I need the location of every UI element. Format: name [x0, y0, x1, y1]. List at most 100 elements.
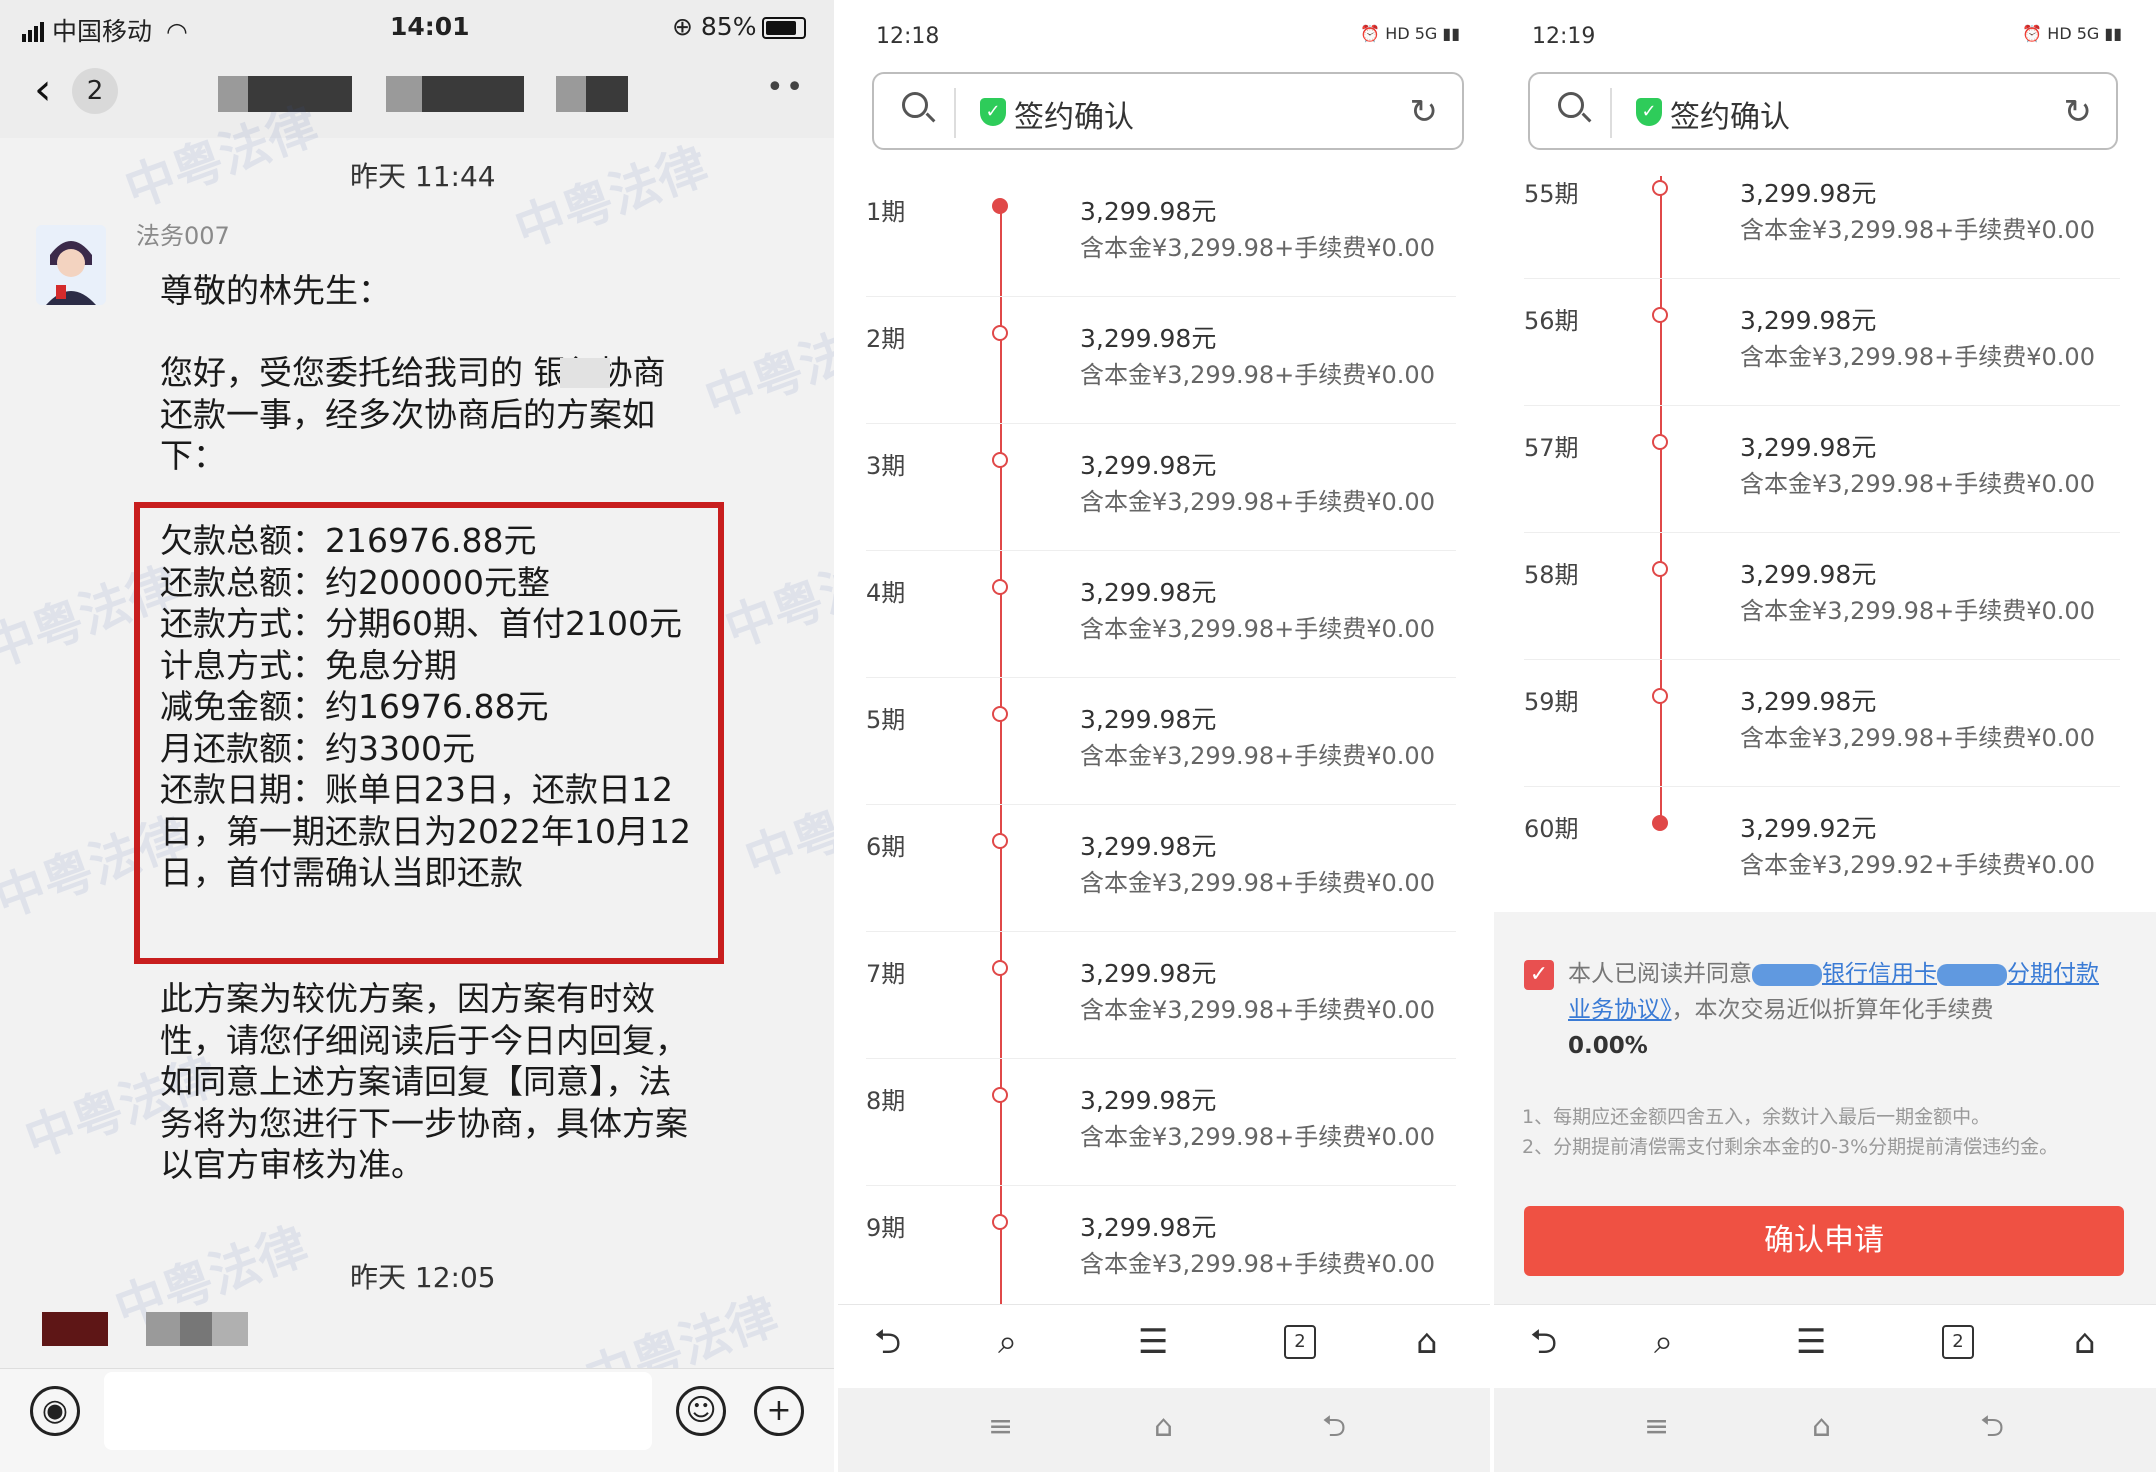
- installment-detail: 含本金¥3,299.98+手续费¥0.00: [1080, 234, 1435, 262]
- installment-row: 4期 3,299.98元 含本金¥3,299.98+手续费¥0.00: [866, 573, 1476, 699]
- menu-icon[interactable]: ☰: [1138, 1325, 1168, 1359]
- back-icon[interactable]: ⮌: [874, 1325, 901, 1359]
- recents-icon[interactable]: ≡: [1644, 1412, 1669, 1442]
- installment-row: 9期 3,299.98元 含本金¥3,299.98+手续费¥0.00: [866, 1208, 1476, 1304]
- timeline-dot: [992, 1087, 1008, 1103]
- installment-detail: 含本金¥3,299.98+手续费¥0.00: [1740, 724, 2095, 752]
- installment-detail: 含本金¥3,299.98+手续费¥0.00: [1080, 1123, 1435, 1151]
- separator: [954, 88, 956, 138]
- agree-checkbox[interactable]: ✓: [1524, 960, 1554, 990]
- more-icon[interactable]: ••: [766, 70, 805, 105]
- address-bar[interactable]: ✓ 签约确认 ↻: [1528, 72, 2118, 150]
- timeline-dot: [1652, 307, 1668, 323]
- home-icon[interactable]: ⌂: [1154, 1412, 1173, 1442]
- tabs-icon[interactable]: 2: [1942, 1325, 1974, 1359]
- plan-line: 减免金额：约16976.88元: [160, 687, 549, 726]
- plan-line: 还款日期：账单日23日，还款日12日，第一期还款日为2022年10月12日，首付…: [160, 770, 691, 892]
- redacted-name: [386, 76, 422, 112]
- agreement-link[interactable]: 银行信用卡: [1822, 961, 1937, 987]
- back-icon[interactable]: ‹: [34, 68, 52, 112]
- installment-detail: 含本金¥3,299.98+手续费¥0.00: [1740, 470, 2095, 498]
- home-icon[interactable]: ⌂: [1416, 1325, 1438, 1359]
- back-icon[interactable]: ⮌: [1322, 1412, 1346, 1442]
- avatar[interactable]: [36, 225, 106, 305]
- installment-screen-1: 12:18 ⏰ HD 5G ▮▮ ✓ 签约确认 ↻ 1期 3,299.98元 含…: [838, 0, 1494, 1472]
- back-icon[interactable]: ⮌: [1530, 1325, 1557, 1359]
- installment-amount: 3,299.98元: [1080, 451, 1217, 480]
- note-line: 2、分期提前清偿需支付剩余本金的0-3%分期提前清偿违约金。: [1522, 1136, 2059, 1158]
- timeline-dot: [992, 1214, 1008, 1230]
- installment-amount: 3,299.98元: [1740, 179, 1877, 208]
- unread-count-badge[interactable]: 2: [72, 68, 118, 114]
- back-icon[interactable]: ⮌: [1980, 1412, 2004, 1442]
- search-icon[interactable]: [1558, 92, 1584, 118]
- installment-row: 2期 3,299.98元 含本金¥3,299.98+手续费¥0.00: [866, 319, 1476, 445]
- timeline-dot: [1652, 180, 1668, 196]
- message-input[interactable]: [104, 1372, 652, 1450]
- emoji-icon[interactable]: ☺: [676, 1386, 726, 1436]
- plan-line: 月还款额：约3300元: [160, 728, 475, 768]
- signal-icon: [22, 19, 46, 48]
- redacted-name: [586, 76, 628, 112]
- period-label: 6期: [866, 833, 906, 861]
- redacted-bank: [1752, 963, 1822, 986]
- row-divider: [1524, 659, 2120, 660]
- installment-row: 56期 3,299.98元 含本金¥3,299.98+手续费¥0.00: [1524, 301, 2140, 427]
- add-icon[interactable]: +: [754, 1386, 804, 1436]
- home-icon[interactable]: ⌂: [2074, 1325, 2096, 1359]
- installment-detail: 含本金¥3,299.98+手续费¥0.00: [1080, 996, 1435, 1024]
- redacted-bank: [1937, 963, 2007, 986]
- period-label: 58期: [1524, 561, 1579, 589]
- row-divider: [1524, 532, 2120, 533]
- installment-row: 1期 3,299.98元 含本金¥3,299.98+手续费¥0.00: [866, 192, 1476, 318]
- shield-check-icon: ✓: [980, 98, 1006, 126]
- refresh-icon[interactable]: ↻: [1410, 92, 1439, 132]
- voice-icon[interactable]: ◉: [30, 1386, 80, 1436]
- row-divider: [866, 931, 1456, 932]
- period-label: 1期: [866, 198, 906, 226]
- row-divider: [866, 550, 1456, 551]
- confirm-application-button[interactable]: 确认申请: [1524, 1206, 2124, 1276]
- refresh-icon[interactable]: ↻: [2064, 92, 2093, 132]
- period-label: 60期: [1524, 815, 1579, 843]
- installment-row: 7期 3,299.98元 含本金¥3,299.98+手续费¥0.00: [866, 954, 1476, 1080]
- status-bar: 中国移动 ◠ 14:01 ⊕ 85%: [0, 0, 838, 58]
- recents-icon[interactable]: ≡: [988, 1412, 1013, 1442]
- installment-amount: 3,299.98元: [1740, 687, 1877, 716]
- search-icon[interactable]: [902, 92, 928, 118]
- timeline-dot: [992, 579, 1008, 595]
- period-label: 2期: [866, 325, 906, 353]
- tabs-icon[interactable]: 2: [1284, 1325, 1316, 1359]
- menu-icon[interactable]: ☰: [1796, 1325, 1826, 1359]
- installment-detail: 含本金¥3,299.98+手续费¥0.00: [1080, 869, 1435, 897]
- installment-row: 57期 3,299.98元 含本金¥3,299.98+手续费¥0.00: [1524, 428, 2140, 554]
- installment-amount: 3,299.92元: [1740, 814, 1877, 843]
- agreement-text: 本人已阅读并同意 银行信用卡 分期付款业务协议》，本次交易近似折算年化手续费 0.0…: [1568, 961, 2099, 1059]
- installment-amount: 3,299.98元: [1080, 832, 1217, 861]
- timeline-dot: [992, 833, 1008, 849]
- timeline-dot: [1652, 815, 1668, 831]
- timeline-dot: [1652, 434, 1668, 450]
- search-icon[interactable]: ⌕: [998, 1325, 1017, 1359]
- timeline-dot: [992, 198, 1008, 214]
- page-title: 签约确认: [1014, 100, 1134, 135]
- sender-name: 法务007: [136, 222, 230, 250]
- home-icon[interactable]: ⌂: [1812, 1412, 1831, 1442]
- installment-row: 55期 3,299.98元 含本金¥3,299.98+手续费¥0.00: [1524, 174, 2140, 300]
- rotation-lock-icon: ⊕: [672, 12, 693, 41]
- installment-detail: 含本金¥3,299.98+手续费¥0.00: [1080, 742, 1435, 770]
- annual-fee-rate: 0.00%: [1568, 1033, 1648, 1059]
- plan-line: 欠款总额：216976.88元: [160, 521, 537, 560]
- row-divider: [866, 296, 1456, 297]
- row-divider: [1524, 405, 2120, 406]
- period-label: 56期: [1524, 307, 1579, 335]
- timeline-dot: [992, 706, 1008, 722]
- search-icon[interactable]: ⌕: [1654, 1325, 1673, 1359]
- chat-timestamp: 昨天 11:44: [350, 160, 496, 193]
- address-bar[interactable]: ✓ 签约确认 ↻: [872, 72, 1464, 150]
- separator: [1610, 88, 1612, 138]
- message-closing: 此方案为较优方案，因方案有时效性，请您仔细阅读后于今日内回复，如同意上述方案请回…: [160, 979, 688, 1184]
- status-bar: 12:18 ⏰ HD 5G ▮▮: [838, 0, 1494, 70]
- chat-timestamp: 昨天 12:05: [350, 1261, 496, 1294]
- message-greeting: 尊敬的林先生：: [160, 271, 391, 310]
